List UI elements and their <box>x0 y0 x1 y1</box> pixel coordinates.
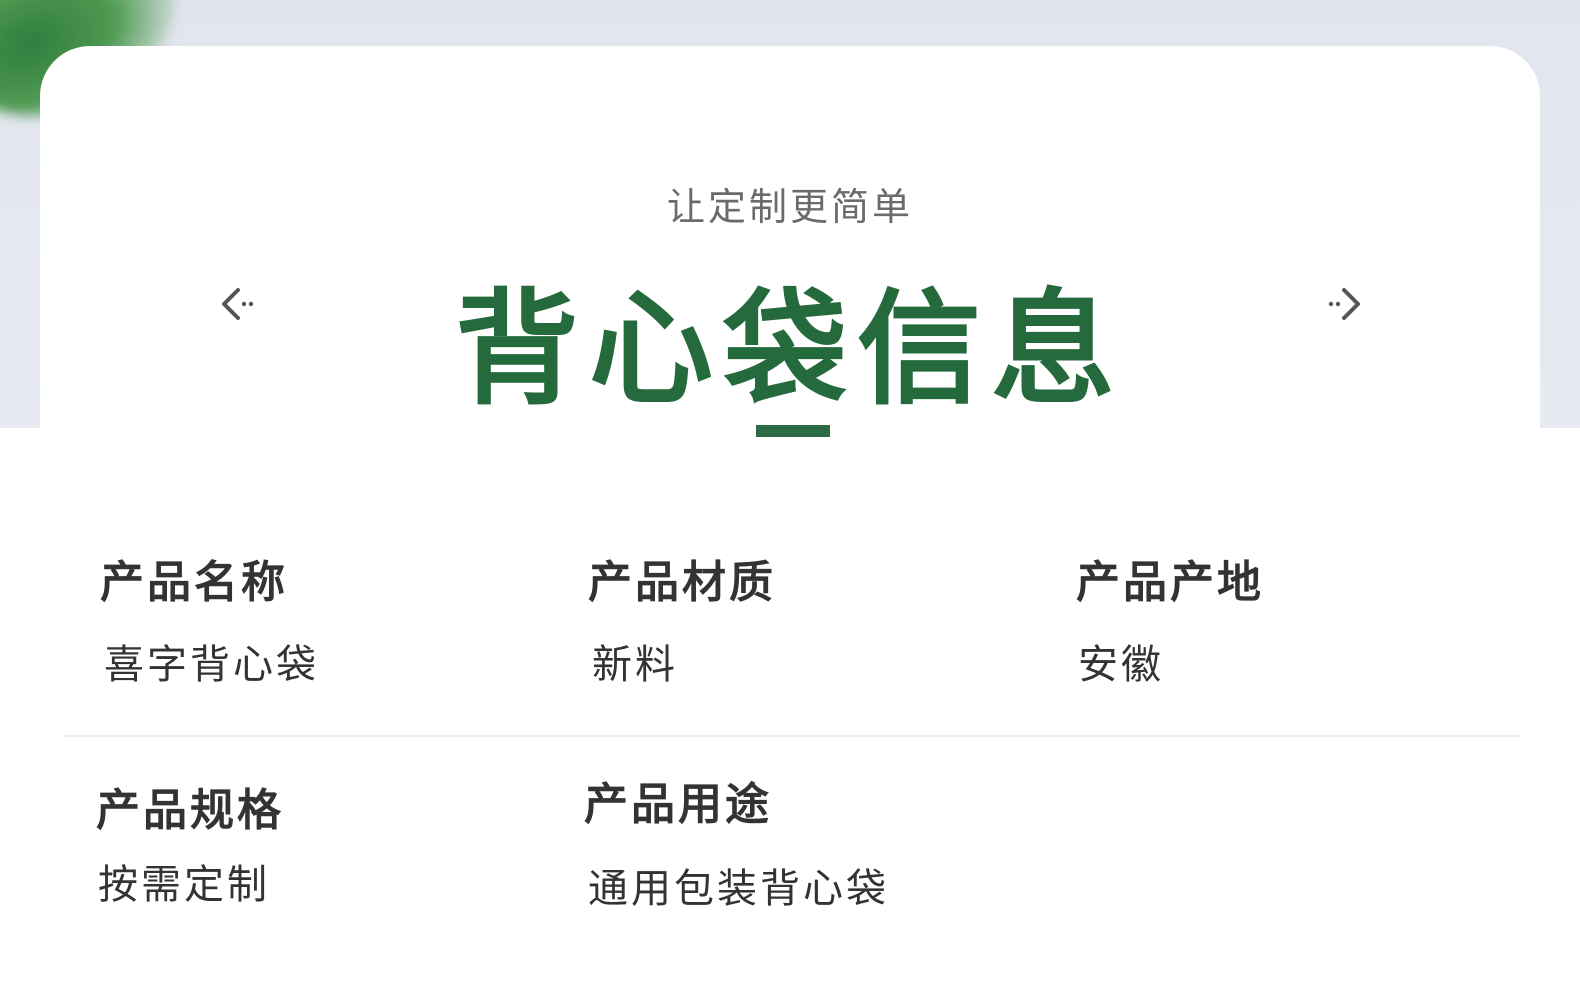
next-button[interactable] <box>1320 282 1364 326</box>
field-label-name: 产品名称 <box>100 557 288 608</box>
field-label-origin: 产品产地 <box>1076 557 1264 608</box>
page-title: 背心袋信息 <box>454 278 1125 422</box>
field-value-origin: 安徽 <box>1078 642 1164 688</box>
prev-button[interactable] <box>218 282 262 326</box>
field-value-spec: 按需定制 <box>98 862 270 908</box>
title-underline <box>756 425 830 437</box>
field-value-name: 喜字背心袋 <box>104 642 319 688</box>
field-label-material: 产品材质 <box>588 557 776 608</box>
arrow-right-icon <box>1328 288 1360 320</box>
field-label-spec: 产品规格 <box>96 785 284 836</box>
page-subtitle: 让定制更简单 <box>666 185 913 229</box>
field-label-usage: 产品用途 <box>584 779 772 830</box>
arrow-left-icon <box>222 288 254 320</box>
row-divider <box>64 735 1520 737</box>
field-value-material: 新料 <box>592 642 678 688</box>
field-value-usage: 通用包装背心袋 <box>588 866 889 912</box>
